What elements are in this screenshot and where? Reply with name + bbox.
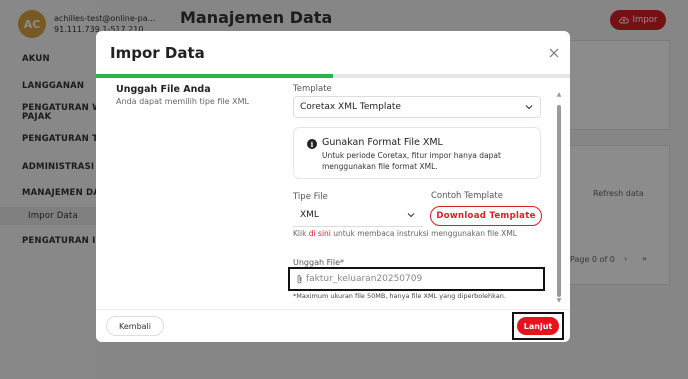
back-button[interactable]: Kembali <box>106 316 164 336</box>
template-select[interactable]: Coretax XML Template <box>293 96 541 118</box>
step-title: Unggah File Anda <box>116 84 211 95</box>
sample-template-label: Contoh Template <box>431 191 503 201</box>
hint-prefix: Klik <box>293 229 309 238</box>
modal-scrollbar[interactable]: ▲ ▼ <box>555 91 563 309</box>
info-icon: i <box>307 139 317 149</box>
scroll-down-icon[interactable]: ▼ <box>555 297 563 304</box>
file-type-select[interactable]: XML <box>293 204 423 226</box>
impor-data-modal: Impor Data Unggah File Anda Anda dapat m… <box>96 31 570 342</box>
progress-fill <box>96 74 333 78</box>
upload-file-note: *Maximum ukuran file 50MB, hanya file XM… <box>293 292 506 300</box>
upload-file-value: faktur_keluaran20250709 <box>306 274 423 284</box>
hint-suffix: untuk membaca instruksi menggunakan file… <box>330 229 517 238</box>
scroll-up-icon[interactable]: ▲ <box>555 91 563 98</box>
paperclip-icon <box>297 275 302 284</box>
download-template-button[interactable]: Download Template <box>430 206 542 226</box>
file-type-select-value: XML <box>300 210 319 220</box>
template-select-value: Coretax XML Template <box>300 102 401 112</box>
chevron-down-icon <box>525 105 533 110</box>
template-label: Template <box>293 84 332 94</box>
file-type-underline <box>293 226 423 227</box>
instructions-link[interactable]: di sini <box>309 229 331 238</box>
close-icon[interactable] <box>544 43 564 63</box>
chevron-down-icon <box>407 213 415 218</box>
upload-file-input[interactable]: faktur_keluaran20250709 <box>288 267 545 291</box>
progress-bar <box>96 74 570 78</box>
scroll-thumb[interactable] <box>557 105 561 297</box>
xml-instructions-hint: Klik di sini untuk membaca instruksi men… <box>293 229 517 238</box>
info-description: Untuk periode Coretax, fitur impor hanya… <box>322 151 501 171</box>
upload-file-label: Unggah File* <box>293 258 344 267</box>
modal-footer: Kembali Lanjut <box>96 309 570 342</box>
file-type-label: Tipe File <box>293 192 328 202</box>
info-title: Gunakan Format File XML <box>322 137 443 148</box>
next-button[interactable]: Lanjut <box>517 317 559 335</box>
step-subtitle: Anda dapat memilih tipe file XML <box>116 97 249 106</box>
modal-title: Impor Data <box>110 44 205 62</box>
xml-info-box: i Gunakan Format File XML Untuk periode … <box>293 127 541 179</box>
next-button-highlight: Lanjut <box>512 312 564 340</box>
